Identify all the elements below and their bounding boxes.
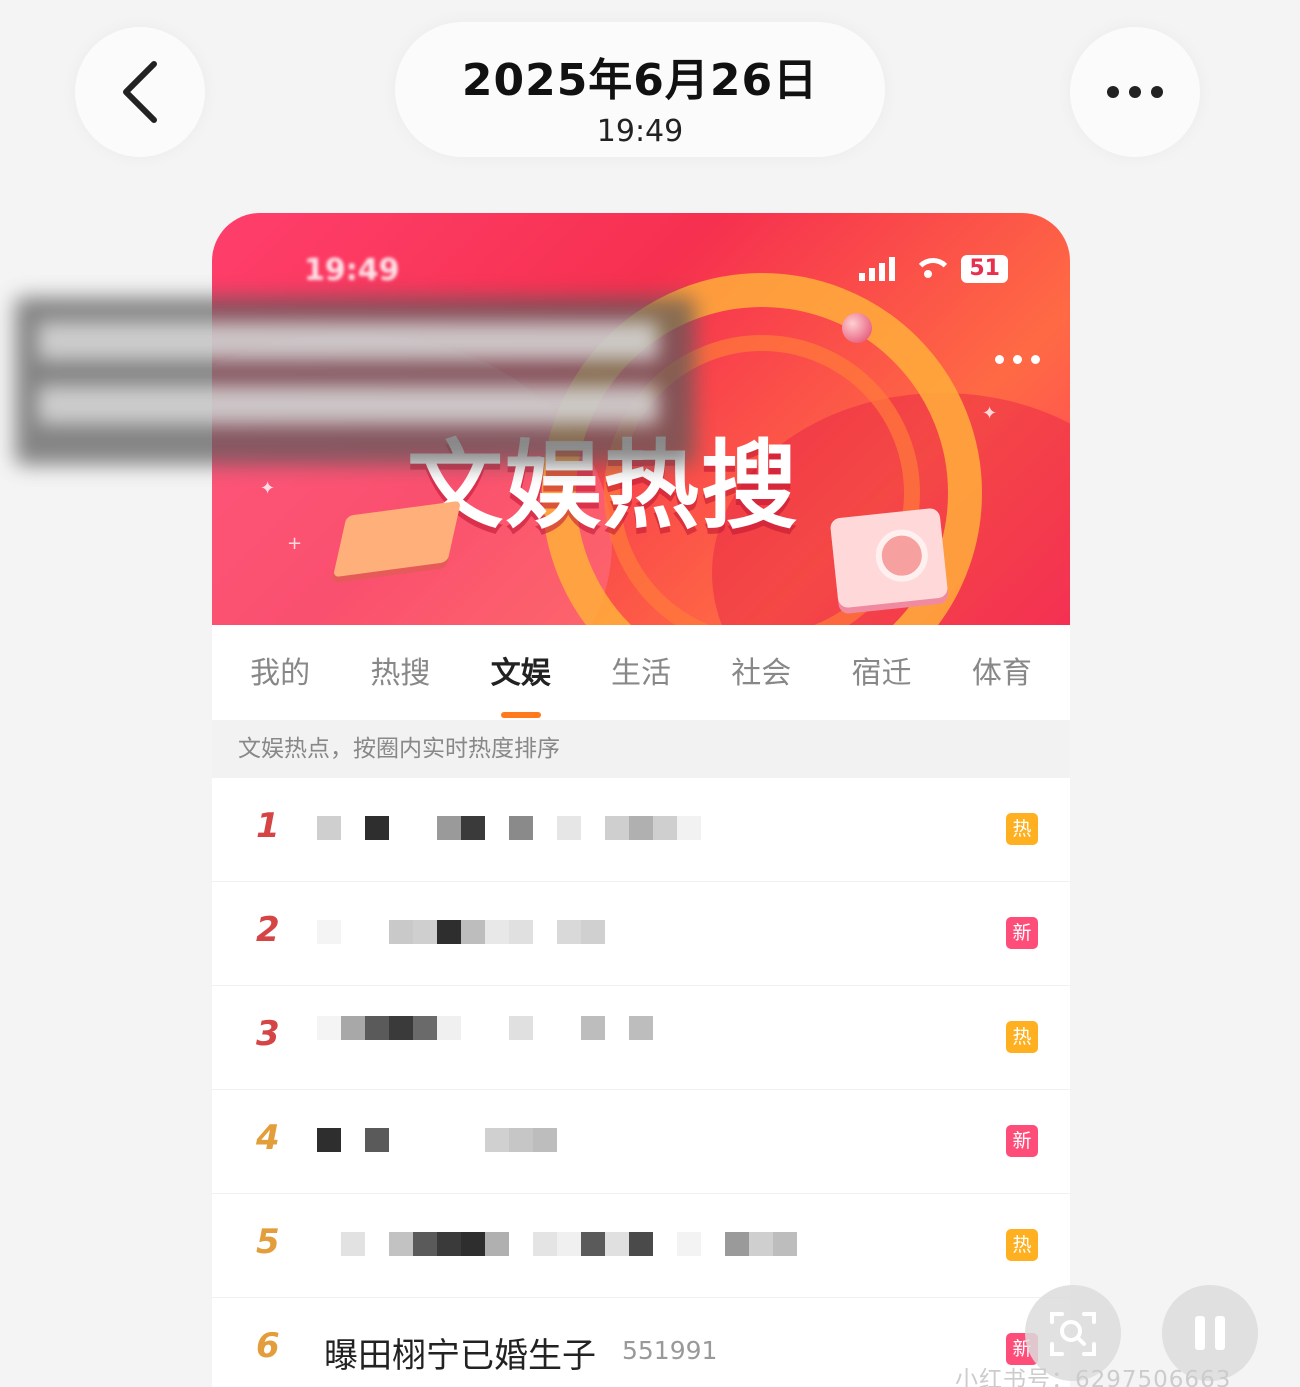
tab-sports[interactable]: 体育: [972, 648, 1032, 698]
rank-number: 5: [256, 1222, 280, 1262]
battery-indicator: 51: [961, 255, 1008, 283]
list-item-title: 曝田栩宁已婚生子: [324, 1336, 596, 1376]
rank-number: 6: [256, 1326, 280, 1366]
list-item[interactable]: 1 热: [212, 778, 1070, 882]
banner-more-icon[interactable]: [995, 355, 1040, 364]
ball-decoration: [842, 313, 872, 343]
viewer-top-bar: 2025年6月26日 19:49: [0, 0, 1300, 200]
wifi-icon: [913, 258, 954, 280]
list-item[interactable]: 2 新: [212, 882, 1070, 986]
tab-society[interactable]: 社会: [731, 648, 791, 698]
list-item[interactable]: 6 曝田栩宁已婚生子 551991 新: [212, 1298, 1070, 1387]
scan-search-icon: [1050, 1312, 1096, 1356]
hot-badge: 热: [1006, 1021, 1038, 1053]
hot-search-list: 1 热 2 新 3 热 4 新 5 热 6 曝田栩宁已婚生子 551991 新: [212, 778, 1070, 1387]
signal-icon: [859, 257, 896, 281]
date-pill: 2025年6月26日 19:49: [395, 22, 885, 157]
watermark: 小红书号：6297506663: [955, 1367, 1232, 1387]
tab-life[interactable]: 生活: [611, 648, 671, 698]
pixelated-title: [317, 1128, 557, 1154]
more-button[interactable]: [1070, 27, 1200, 157]
status-bar-time: 19:49: [304, 253, 400, 288]
date-label: 2025年6月26日: [461, 55, 819, 106]
tab-suqian[interactable]: 宿迁: [852, 648, 912, 698]
rank-number: 3: [256, 1014, 280, 1054]
pixelated-title: [317, 816, 701, 842]
time-label: 19:49: [596, 114, 684, 149]
rank-number: 2: [256, 910, 280, 950]
back-button[interactable]: [75, 27, 205, 157]
pixelated-title: [317, 920, 605, 946]
pixelated-title: [317, 1016, 653, 1042]
ranking-hint: 文娱热点，按圈内实时热度排序: [212, 720, 1070, 778]
rank-number: 1: [256, 806, 280, 846]
camera-illustration: [829, 507, 949, 609]
list-item[interactable]: 3 热: [212, 986, 1070, 1090]
list-item[interactable]: 4 新: [212, 1090, 1070, 1194]
hot-badge: 热: [1006, 813, 1038, 845]
tab-hot-search[interactable]: 热搜: [370, 648, 430, 698]
new-badge: 新: [1006, 917, 1038, 949]
rank-number: 4: [256, 1118, 280, 1158]
pause-icon: [1195, 1316, 1205, 1350]
new-badge: 新: [1006, 1125, 1038, 1157]
hot-badge: 热: [1006, 1229, 1038, 1261]
tab-entertainment[interactable]: 文娱: [491, 648, 551, 718]
chevron-left-icon: [123, 61, 157, 123]
list-item-heat-count: 551991: [622, 1336, 718, 1365]
list-item[interactable]: 5 热: [212, 1194, 1070, 1298]
tab-mine[interactable]: 我的: [250, 648, 310, 698]
more-dots-icon: [1107, 86, 1163, 98]
sparkle-icon: ✦: [260, 478, 276, 499]
sparkle-icon: +: [287, 533, 303, 554]
pixelated-title: [317, 1232, 797, 1258]
sparkle-icon: ✦: [982, 403, 998, 424]
redacted-text-lines: [38, 322, 658, 450]
status-bar-icons: 51: [859, 255, 1008, 283]
category-tabs: 我的 热搜 文娱 生活 社会 宿迁 体育: [212, 625, 1070, 720]
